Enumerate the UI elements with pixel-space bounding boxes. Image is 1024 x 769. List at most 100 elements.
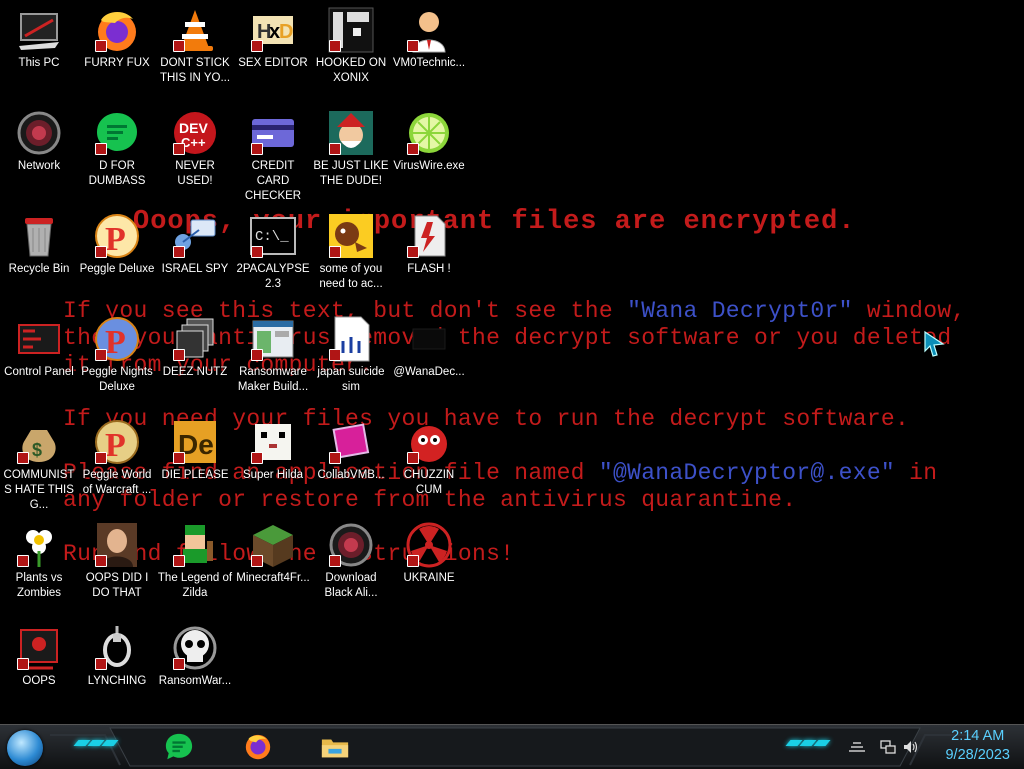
shortcut-arrow-icon	[251, 246, 263, 258]
shortcut-arrow-icon	[95, 555, 107, 567]
dev-cpp-icon: DEV C++	[171, 109, 219, 157]
this-pc-icon-graphic	[19, 13, 59, 50]
app-window-icon	[249, 315, 297, 363]
desktop-icon-label: D FOR DUMBASS	[88, 160, 146, 187]
desktop-icon-dog[interactable]: some of you need to ac...	[312, 208, 390, 292]
desktop-icon-de[interactable]: De DIE PLEASE	[156, 414, 234, 483]
desktop-icon-control-panel[interactable]: Control Panel	[0, 311, 78, 380]
volume-icon[interactable]	[902, 739, 920, 755]
wallpaper-highlight: "Wana Decrypt0r"	[627, 298, 853, 324]
desktop-icon-network-orb[interactable]: Download Black Ali...	[312, 517, 390, 601]
desktop-icon-noose[interactable]: LYNCHING	[78, 620, 156, 689]
svg-text:$: $	[32, 440, 42, 460]
desktop-icon-label: OOPS	[22, 675, 56, 687]
santa-dude-icon	[327, 109, 375, 157]
desktop-icon-app-window[interactable]: Ransomware Maker Build...	[234, 311, 312, 395]
system-tray	[842, 725, 922, 769]
desktop-icon-santa-dude[interactable]: BE JUST LIKE THE DUDE!	[312, 105, 390, 189]
svg-text:D: D	[279, 21, 293, 43]
desktop-icon-skull[interactable]: RansomWar...	[156, 620, 234, 689]
desktop-icon-pixel-cat[interactable]: Super Hilda	[234, 414, 312, 483]
desktop-icon-portrait[interactable]: OOPS DID I DO THAT	[78, 517, 156, 601]
shortcut-arrow-icon	[407, 143, 419, 155]
credit-card-icon	[249, 109, 297, 157]
taskbar-chat-app[interactable]	[162, 731, 196, 763]
shortcut-arrow-icon	[251, 452, 263, 464]
desktop-icon-label: The Legend of Zilda	[157, 572, 233, 599]
desktop-icon-dev-cpp[interactable]: DEV C++ NEVER USED!	[156, 105, 234, 189]
desktop-icon-credit-card[interactable]: CREDIT CARD CHECKER	[234, 105, 312, 204]
de-icon: De	[171, 418, 219, 466]
shortcut-arrow-icon	[329, 40, 341, 52]
desktop-icon-label: Recycle Bin	[8, 263, 70, 275]
desktop-icon-grass-block[interactable]: Minecraft4Fr...	[234, 517, 312, 586]
collabvm-icon	[327, 418, 375, 466]
desktop-icon-peggle-wow[interactable]: P Peggle World of Warcraft ...	[78, 414, 156, 498]
desktop-icon-xonix[interactable]: HOOKED ON XONIX	[312, 2, 390, 86]
peggle-wow-icon: P	[93, 418, 141, 466]
desktop-icon-label: BE JUST LIKE THE DUDE!	[313, 160, 389, 187]
desktop-icon-label: FURRY FUX	[84, 57, 150, 69]
desktop-icon-hxd-editor[interactable]: Hx D SEX EDITOR	[234, 2, 312, 71]
desktop-icon-peggle[interactable]: P Peggle Deluxe	[78, 208, 156, 277]
this-pc-icon	[15, 6, 63, 54]
desktop-icon-peggle-nights[interactable]: P Peggle Nights Deluxe	[78, 311, 156, 395]
desktop-icon-flash-page[interactable]: FLASH !	[390, 208, 468, 277]
shortcut-arrow-icon	[329, 143, 341, 155]
shortcut-arrow-icon	[95, 40, 107, 52]
flower-icon	[15, 521, 63, 569]
radiation-icon	[405, 521, 453, 569]
portrait-icon	[93, 521, 141, 569]
desktop-icon-label: CREDIT CARD CHECKER	[244, 160, 302, 202]
desktop-icon-firefox[interactable]: FURRY FUX	[78, 2, 156, 71]
taskbar-firefox[interactable]	[241, 731, 275, 763]
network-orb-icon-graphic	[17, 111, 61, 155]
desktop-icon-lime[interactable]: VirusWire.exe	[390, 105, 468, 174]
desktop-icon-wana-decryptor[interactable]: @WanaDec...	[390, 311, 468, 380]
desktop-icon-doctor[interactable]: VM0Technic...	[390, 2, 468, 71]
desktop-icon-flower[interactable]: Plants vs Zombies	[0, 517, 78, 601]
desktop-icon-document[interactable]: japan suicide sim	[312, 311, 390, 395]
dog-icon	[327, 212, 375, 260]
desktop-icon-label: japan suicide sim	[317, 366, 385, 393]
desktop-icon-network-orb[interactable]: Network	[0, 105, 78, 174]
desktop-icon-label: Peggle Nights Deluxe	[81, 366, 153, 393]
oops-window-icon	[15, 624, 63, 672]
shortcut-arrow-icon	[95, 349, 107, 361]
desktop-icon-label: Plants vs Zombies	[15, 572, 63, 599]
desktop-icon-radiation[interactable]: UKRAINE	[390, 517, 468, 586]
desktop-icon-chuzzle[interactable]: CHUZZIN CUM	[390, 414, 468, 498]
desktop-icon-spy-network[interactable]: ISRAEL SPY	[156, 208, 234, 277]
green-chat-icon	[93, 109, 141, 157]
desktop-icon-label: HOOKED ON XONIX	[315, 57, 387, 84]
desktop-icon-this-pc[interactable]: This PC	[0, 2, 78, 71]
noose-icon	[93, 624, 141, 672]
desktop-icon-vlc-cone[interactable]: DONT STICK THIS IN YO...	[156, 2, 234, 86]
desktop-icon-oops-window[interactable]: OOPS	[0, 620, 78, 689]
show-hidden-icons-icon[interactable]	[846, 739, 868, 755]
desktop-icon-label: SEX EDITOR	[238, 57, 308, 69]
peggle-nights-icon: P	[93, 315, 141, 363]
desktop-icon-stacked-windows[interactable]: DEEZ NUTZ	[156, 311, 234, 380]
desktop-icon-money-bag[interactable]: $ COMMUNISTS HATE THIS G...	[0, 414, 78, 513]
flash-page-icon	[405, 212, 453, 260]
desktop-icon-collabvm[interactable]: CollabVMB...	[312, 414, 390, 483]
green-chat-icon	[165, 733, 193, 760]
pixel-cat-icon	[249, 418, 297, 466]
svg-text:P: P	[105, 324, 126, 361]
shortcut-arrow-icon	[407, 246, 419, 258]
taskbar: 2:14 AM 9/28/2023	[0, 724, 1024, 769]
file-explorer-icon	[321, 739, 349, 758]
start-button[interactable]	[7, 730, 43, 766]
desktop-icon-label: Peggle World of Warcraft ...	[82, 469, 152, 496]
shortcut-arrow-icon	[173, 143, 185, 155]
clock[interactable]: 2:14 AM 9/28/2023	[945, 727, 1010, 765]
network-tray-icon[interactable]	[880, 739, 896, 755]
taskbar-file-explorer[interactable]	[318, 731, 352, 763]
control-panel-icon	[15, 315, 63, 363]
desktop-icon-recycle-bin[interactable]: Recycle Bin	[0, 208, 78, 277]
desktop-icon-zelda-sprite[interactable]: The Legend of Zilda	[156, 517, 234, 601]
desktop-icon-label: NEVER USED!	[175, 160, 215, 187]
desktop-icon-terminal[interactable]: C:\_ 2PACALYPSE 2.3	[234, 208, 312, 292]
desktop-icon-green-chat[interactable]: D FOR DUMBASS	[78, 105, 156, 189]
